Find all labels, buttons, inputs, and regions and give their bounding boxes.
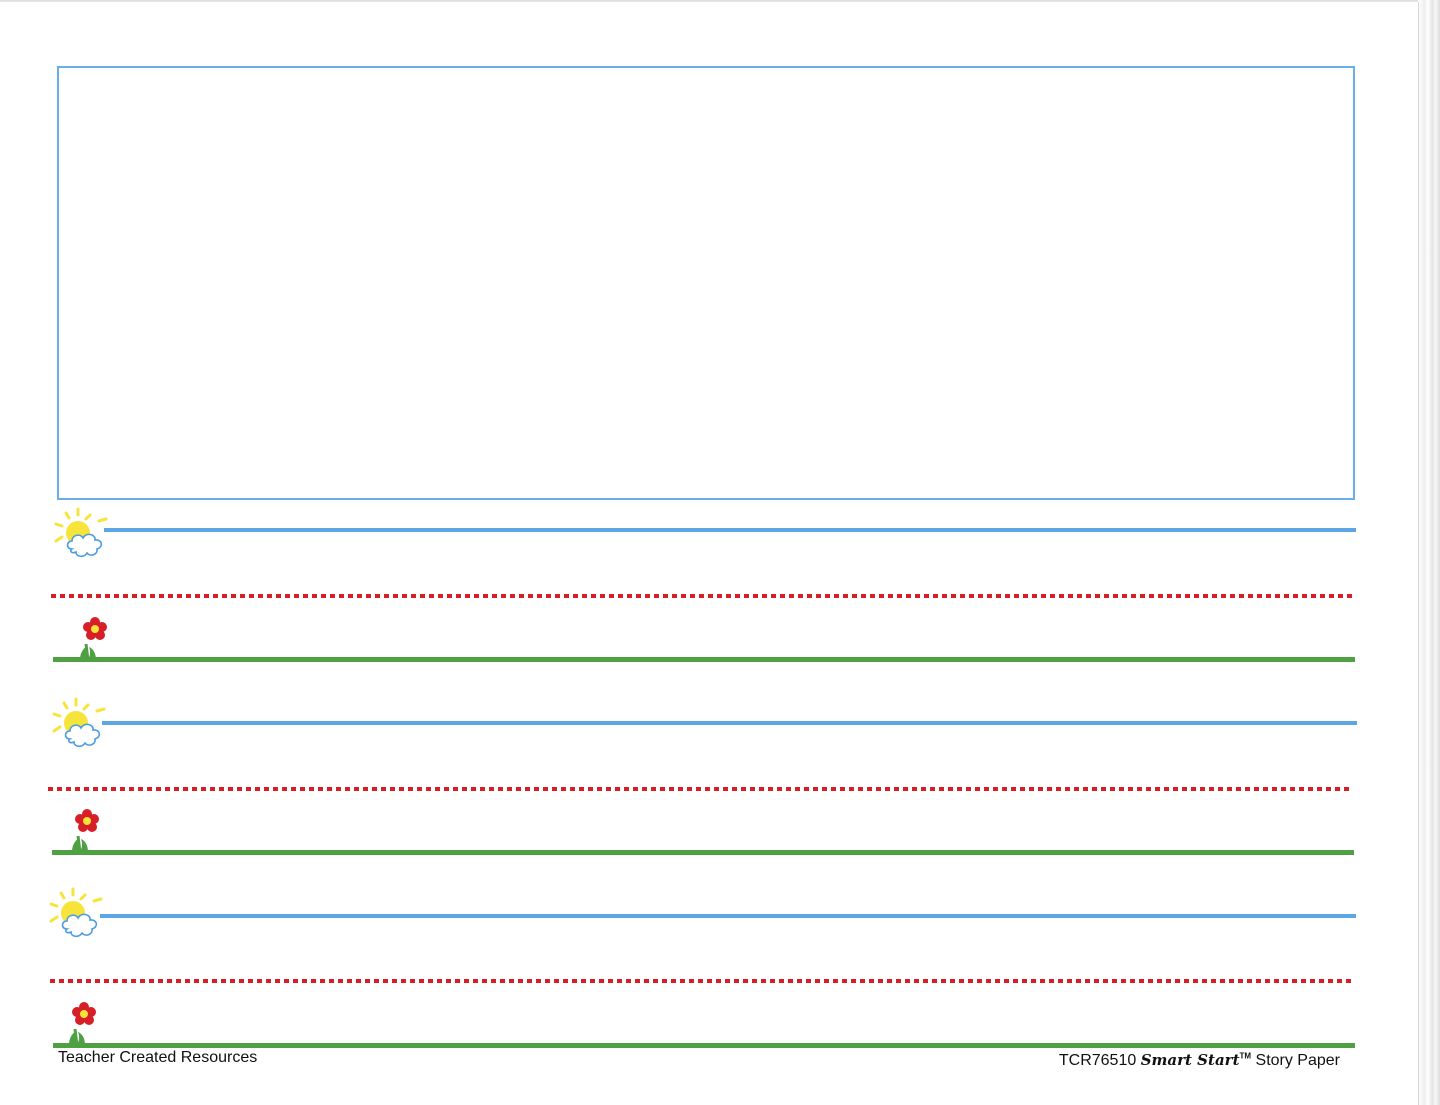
- baseline: [53, 657, 1355, 662]
- top-writing-line: [104, 528, 1356, 532]
- sun-cloud-icon: [54, 507, 108, 558]
- flower-icon: [80, 617, 107, 661]
- product-label: TCR76510 Smart StartTM Story Paper: [1059, 1051, 1340, 1070]
- top-writing-line: [102, 721, 1357, 725]
- top-writing-line: [100, 914, 1356, 918]
- publisher-name: Teacher Created Resources: [58, 1049, 258, 1066]
- dotted-midline: [51, 594, 1355, 598]
- dotted-midline: [50, 979, 1354, 983]
- brand-name: Smart Start: [1140, 1051, 1240, 1069]
- product-code: TCR76510: [1058, 1052, 1137, 1069]
- product-name: Story Paper: [1255, 1052, 1340, 1069]
- paper-stack-edge: [1418, 0, 1440, 1105]
- baseline: [53, 1043, 1355, 1048]
- flower-icon: [69, 1002, 96, 1046]
- baseline: [52, 850, 1354, 855]
- dotted-midline: [48, 787, 1352, 791]
- story-paper-sheet: Teacher Created Resources TCR76510 Smart…: [0, 2, 1419, 1105]
- trademark-mark: TM: [1239, 1051, 1252, 1061]
- flower-icon: [72, 809, 99, 853]
- drawing-area[interactable]: [57, 66, 1355, 500]
